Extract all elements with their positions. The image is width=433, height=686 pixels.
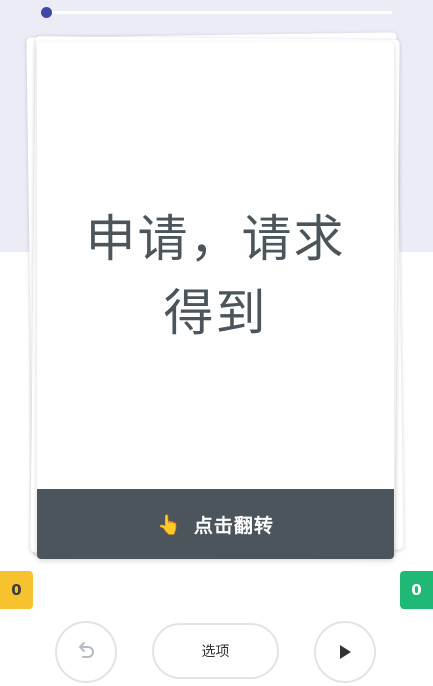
flashcard[interactable]: 申请，请求 得到 👆 点击翻转 — [37, 42, 394, 559]
flip-label: 点击翻转 — [193, 514, 274, 537]
card-word: 申请，请求 得到 — [57, 202, 374, 350]
pointing-hand-icon: 👆 — [157, 513, 182, 536]
progress-bar — [41, 11, 392, 14]
play-button[interactable] — [314, 621, 376, 683]
card-word-line-1: 申请，请求 — [85, 210, 346, 268]
play-icon — [340, 645, 351, 659]
card-word-line-2: 得到 — [163, 284, 268, 342]
undo-icon — [79, 642, 94, 658]
options-label: 选项 — [201, 644, 230, 660]
undo-button[interactable] — [55, 621, 117, 683]
progress-knob — [41, 7, 52, 18]
known-count-badge: 0 — [400, 571, 433, 609]
flip-button[interactable]: 👆 点击翻转 — [37, 489, 394, 559]
options-button[interactable]: 选项 — [152, 623, 279, 679]
unknown-count-badge: 0 — [0, 571, 33, 609]
